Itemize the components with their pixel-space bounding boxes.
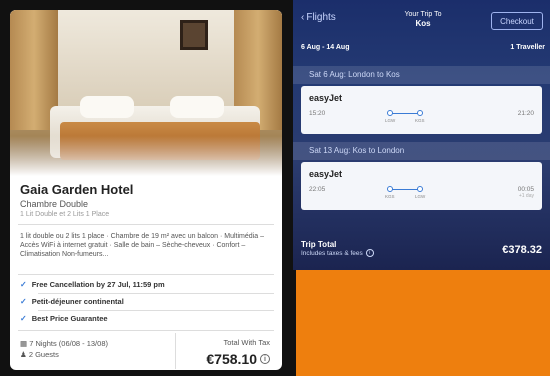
travellers-count: 1 Traveller	[510, 44, 545, 51]
nights-label: 7 Nights (06/08 - 13/08)	[29, 339, 108, 348]
hotel-name: Gaia Garden Hotel	[20, 182, 134, 197]
arrival-time-value: 00:05	[517, 186, 534, 193]
departure-time: 15:20	[309, 110, 326, 117]
chevron-left-icon: ‹	[301, 12, 305, 23]
airline-name: easyJet	[309, 93, 343, 103]
flight-card-outbound[interactable]: easyJet 15:20 LGW KGS 21:20	[301, 86, 542, 134]
divider	[175, 333, 176, 369]
hotel-card: Gaia Garden Hotel Chambre Double 1 Lit D…	[10, 10, 282, 370]
airline-name: easyJet	[309, 169, 343, 179]
departure-time: 22:05	[309, 186, 326, 193]
back-button[interactable]: ‹ Flights	[301, 12, 336, 23]
room-description: 1 lit double ou 2 lits 1 place · Chambre…	[20, 233, 264, 258]
segment-header: Sat 6 Aug: London to Kos	[293, 66, 550, 84]
divider	[38, 293, 274, 294]
origin-code: LGW	[385, 118, 396, 123]
trip-phone-screen: ‹ Flights Your Trip To Kos Checkout 6 Au…	[293, 0, 550, 270]
trip-total: Trip Total Includes taxes & fees i	[301, 240, 374, 257]
total-price-value: €758.10	[206, 351, 257, 367]
info-icon[interactable]: i	[260, 354, 270, 364]
checkmark-icon: ✓	[20, 314, 27, 323]
nav-title-line1: Your Trip To	[404, 11, 442, 18]
divider	[18, 274, 274, 275]
trip-total-price: €378.32	[502, 244, 542, 256]
back-label: Flights	[306, 12, 336, 23]
arrival-time: 21:20	[518, 110, 534, 117]
calendar-icon: ▦	[20, 339, 28, 348]
trip-total-subtitle: Includes taxes & fees i	[301, 249, 374, 257]
feature-label: Best Price Guarantee	[31, 314, 108, 323]
hotel-room-photo	[10, 10, 282, 176]
divider	[38, 310, 274, 311]
trip-total-sub-label: Includes taxes & fees	[301, 249, 363, 257]
flight-card-return[interactable]: easyJet 22:05 KGS LGW 00:05 +1 day	[301, 162, 542, 210]
feature-price-guarantee: ✓ Best Price Guarantee	[20, 314, 108, 323]
feature-label: Petit-déjeuner continental	[31, 297, 124, 306]
arrival-day-offset: +1 day	[518, 193, 534, 199]
trip-total-label: Trip Total	[301, 240, 337, 249]
feature-label: Free Cancellation by 27 Jul, 11:59 pm	[31, 280, 165, 289]
room-type: Chambre Double	[20, 199, 89, 209]
date-range: 6 Aug - 14 Aug	[301, 44, 350, 51]
checkmark-icon: ✓	[20, 297, 27, 306]
nav-title-destination: Kos	[415, 19, 431, 28]
nav-title: Your Trip To Kos	[383, 10, 463, 28]
total-price[interactable]: €758.10 i	[206, 351, 270, 367]
arrival-time: 00:05 +1 day	[518, 186, 534, 199]
arrival-time-value: 21:20	[517, 110, 534, 117]
origin-code: KGS	[385, 194, 395, 199]
stay-summary: ▦ 7 Nights (06/08 - 13/08) ♟ 2 Guests	[20, 338, 108, 360]
feature-free-cancellation: ✓ Free Cancellation by 27 Jul, 11:59 pm	[20, 280, 165, 289]
divider	[18, 224, 274, 225]
person-icon: ♟	[20, 350, 27, 359]
destination-code: LGW	[415, 194, 426, 199]
checkmark-icon: ✓	[20, 280, 27, 289]
divider	[18, 330, 274, 331]
total-label: Total With Tax	[223, 338, 270, 347]
destination-code: KGS	[415, 118, 425, 123]
checkout-button[interactable]: Checkout	[491, 12, 543, 30]
trip-dates-row: 6 Aug - 14 Aug 1 Traveller	[301, 44, 545, 51]
room-detail: 1 Lit Double et 2 Lits 1 Place	[20, 211, 110, 218]
info-icon[interactable]: i	[365, 249, 374, 257]
segment-header: Sat 13 Aug: Kos to London	[293, 142, 550, 160]
route-indicator: KGS LGW	[385, 184, 427, 200]
guests-label: 2 Guests	[28, 350, 59, 359]
route-indicator: LGW KGS	[385, 108, 427, 124]
hotel-phone-screen: Gaia Garden Hotel Chambre Double 1 Lit D…	[0, 0, 296, 376]
nav-bar: ‹ Flights Your Trip To Kos Checkout	[293, 0, 550, 40]
feature-breakfast: ✓ Petit-déjeuner continental	[20, 297, 124, 306]
